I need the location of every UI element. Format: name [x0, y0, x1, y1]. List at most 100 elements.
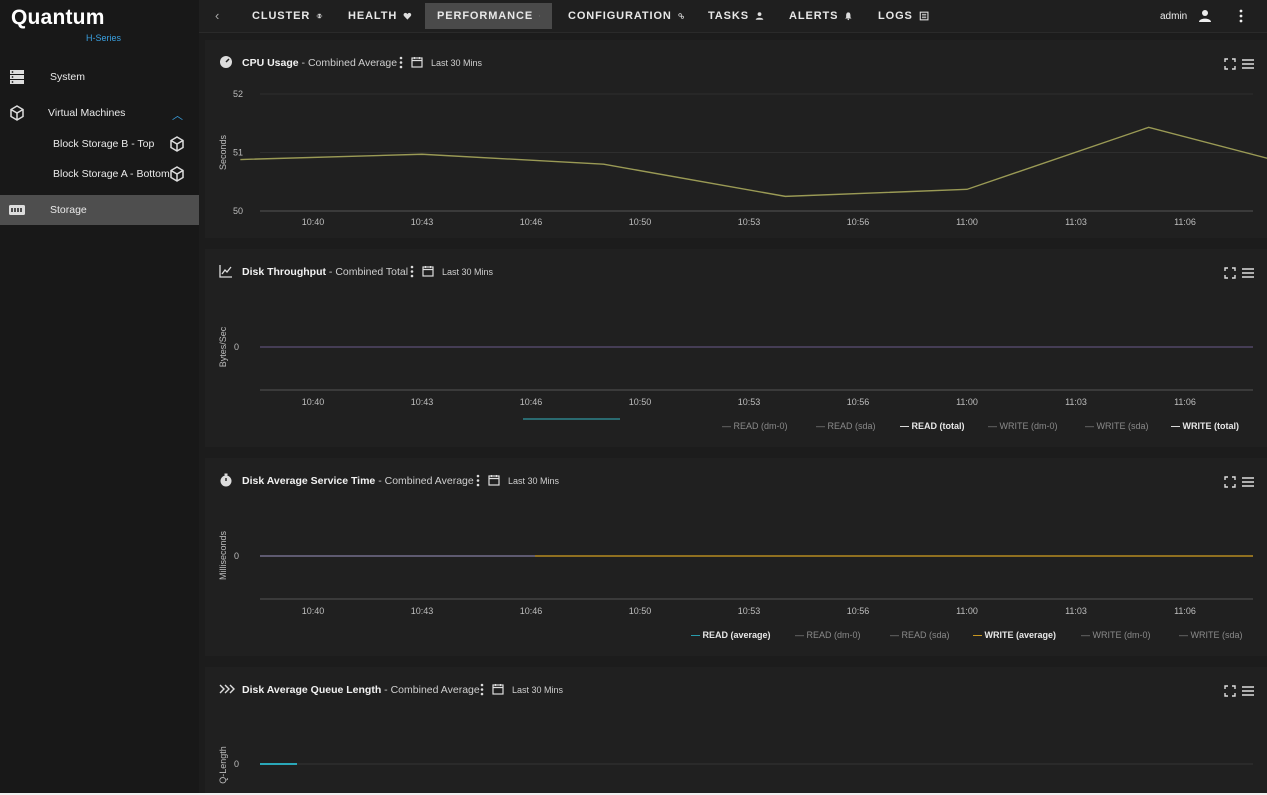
legend-label: WRITE (average): [984, 630, 1057, 640]
sidebar-item-virtual-machines[interactable]: Virtual Machines ︿: [0, 98, 199, 128]
y-tick-label: 52: [233, 89, 243, 99]
cube-icon: [170, 166, 184, 182]
legend-label: READ (dm-0): [806, 630, 861, 640]
x-tick-label: 10:40: [302, 217, 325, 227]
gauge-icon: [539, 15, 540, 17]
legend-item[interactable]: — WRITE (dm-0): [1081, 630, 1151, 640]
y-axis-label: Milliseconds: [218, 530, 228, 580]
y-axis-label: Bytes/Sec: [218, 326, 228, 367]
legend-item[interactable]: — READ (dm-0): [722, 421, 788, 431]
back-chevron-icon[interactable]: ‹: [215, 8, 219, 23]
x-tick-label: 11:00: [956, 217, 978, 227]
y-tick-label: 51: [233, 148, 243, 158]
legend-swatch: —: [691, 630, 703, 640]
y-tick-label: 0: [234, 342, 239, 352]
legend-item[interactable]: — READ (average): [691, 630, 771, 640]
chevron-up-icon[interactable]: ︿: [172, 107, 183, 123]
y-axis-label: Q-Length: [218, 746, 228, 784]
sidebar-item-label: Storage: [50, 204, 87, 216]
log-icon: [919, 11, 929, 21]
x-tick-label: 10:50: [629, 397, 652, 407]
legend-item[interactable]: — READ (total): [900, 421, 965, 431]
legend-item[interactable]: — READ (dm-0): [795, 630, 861, 640]
person-icon: [755, 12, 764, 20]
sidebar-item-system[interactable]: System: [0, 62, 199, 92]
disk-service-time-chart: 0 Milliseconds 10:40 10:43 10:46 10:50 10:53 10…: [218, 530, 1253, 616]
legend-swatch: —: [890, 630, 902, 640]
legend-label: READ (average): [702, 630, 771, 640]
x-tick-label: 10:43: [411, 217, 434, 227]
cube-icon: [170, 136, 184, 152]
x-tick-label: 11:00: [956, 606, 978, 616]
legend-item[interactable]: — WRITE (total): [1171, 421, 1239, 431]
brand-series: H-Series: [86, 33, 122, 43]
legend-item[interactable]: — READ (sda): [890, 630, 950, 640]
x-tick-label: 10:53: [738, 606, 761, 616]
tab-label: CONFIGURATION: [568, 10, 672, 22]
tab-logs[interactable]: LOGS: [866, 3, 941, 29]
x-tick-label: 10:50: [629, 606, 652, 616]
x-tick-label: 10:46: [520, 217, 543, 227]
cluster-icon: [316, 13, 323, 19]
tab-label: CLUSTER: [252, 10, 311, 22]
tab-label: ALERTS: [789, 10, 839, 22]
x-tick-label: 11:03: [1065, 217, 1087, 227]
user-name[interactable]: admin: [1160, 11, 1187, 22]
tab-label: HEALTH: [348, 10, 398, 22]
gears-icon: [678, 13, 684, 19]
disk-throughput-panel: Disk Throughput - Combined Total Last 30…: [205, 249, 1267, 447]
legend-swatch: —: [973, 630, 985, 640]
legend-item[interactable]: — READ (sda): [816, 421, 876, 431]
user-icon[interactable]: [1198, 9, 1212, 23]
tab-tasks[interactable]: TASKS: [696, 3, 776, 29]
x-tick-label: 10:40: [302, 397, 325, 407]
tab-performance[interactable]: PERFORMANCE: [425, 3, 552, 29]
x-tick-label: 10:46: [520, 606, 543, 616]
x-tick-label: 11:00: [956, 397, 978, 407]
tab-alerts[interactable]: ALERTS: [777, 3, 865, 29]
x-tick-label: 10:50: [629, 217, 652, 227]
x-tick-label: 11:03: [1065, 606, 1087, 616]
cpu-usage-chart: 52 51 50 Seconds 10:40 10:43 10:46 10:50 10:53 10…: [218, 89, 1267, 227]
legend-label: WRITE (dm-0): [1092, 630, 1151, 640]
cpu-usage-panel: CPU Usage - Combined Average Last 30 Min…: [205, 40, 1267, 238]
legend-swatch: —: [1081, 630, 1093, 640]
sidebar-item-label: Block Storage B - Top: [53, 138, 155, 150]
tab-configuration[interactable]: CONFIGURATION: [556, 3, 696, 29]
legend-label: READ (sda): [901, 630, 950, 640]
disk-service-time-panel: Disk Average Service Time - Combined Ave…: [205, 458, 1267, 656]
brand-logo: Quantum: [11, 6, 105, 29]
tab-label: TASKS: [708, 10, 749, 22]
legend-item[interactable]: — WRITE (sda): [1179, 630, 1243, 640]
x-tick-label: 10:56: [847, 397, 870, 407]
sidebar-item-label: System: [50, 71, 86, 83]
y-tick-label: 0: [234, 759, 239, 769]
sidebar-item-storage[interactable]: Storage: [0, 195, 199, 225]
sidebar: Quantum H-Series System Virtual Machines…: [0, 0, 199, 793]
x-tick-label: 10:46: [520, 397, 543, 407]
x-tick-label: 10:56: [847, 606, 870, 616]
x-tick-label: 11:06: [1174, 397, 1196, 407]
legend-item[interactable]: — WRITE (dm-0): [988, 421, 1058, 431]
legend-item[interactable]: — WRITE (average): [973, 630, 1056, 640]
legend-item[interactable]: — WRITE (sda): [1085, 421, 1149, 431]
legend-label: WRITE (sda): [1190, 630, 1243, 640]
sidebar-item-label: Virtual Machines: [48, 107, 126, 119]
x-tick-label: 10:43: [411, 397, 434, 407]
x-tick-label: 10:53: [738, 217, 761, 227]
sidebar-item-block-storage-b[interactable]: Block Storage B - Top: [0, 129, 199, 159]
heart-icon: [403, 12, 412, 20]
y-tick-label: 0: [234, 551, 239, 561]
x-tick-label: 10:40: [302, 606, 325, 616]
storage-icon: [9, 205, 25, 215]
tab-cluster[interactable]: CLUSTER: [240, 3, 335, 29]
server-icon: [10, 70, 24, 84]
x-tick-label: 11:03: [1065, 397, 1087, 407]
tab-health[interactable]: HEALTH: [336, 3, 424, 29]
more-options-icon[interactable]: [1236, 9, 1246, 23]
disk-queue-length-panel: Disk Average Queue Length - Combined Ave…: [205, 667, 1267, 793]
sidebar-item-block-storage-a[interactable]: Block Storage A - Bottom: [0, 159, 199, 189]
x-tick-label: 11:06: [1174, 606, 1196, 616]
legend-swatch: —: [1179, 630, 1191, 640]
cube-icon: [10, 105, 24, 121]
